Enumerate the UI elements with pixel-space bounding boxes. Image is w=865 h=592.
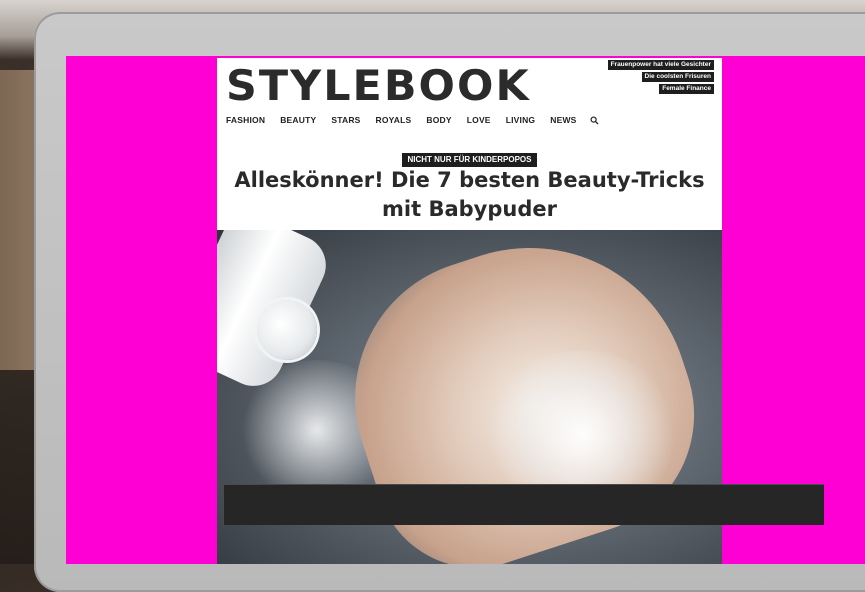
promo-link-frisuren[interactable]: Die coolsten Frisuren: [641, 72, 714, 82]
nav-item-living[interactable]: LIVING: [506, 115, 536, 125]
main-nav: FASHION BEAUTY STARS ROYALS BODY LOVE LI…: [226, 115, 599, 125]
nav-item-news[interactable]: NEWS: [550, 115, 576, 125]
bottle-cap: [257, 300, 317, 360]
search-icon[interactable]: [590, 115, 599, 125]
nav-item-beauty[interactable]: BEAUTY: [280, 115, 316, 125]
article-headline: Alleskönner! Die 7 besten Beauty-Tricks …: [225, 166, 714, 224]
headline-line-2: mit Babypuder: [382, 197, 557, 221]
article-kicker: NICHT NUR FÜR KINDERPOPOS: [402, 153, 537, 167]
nav-item-body[interactable]: BODY: [426, 115, 451, 125]
kicker-row: NICHT NUR FÜR KINDERPOPOS: [217, 147, 722, 167]
site-logo[interactable]: STYLEBOOK: [226, 62, 531, 110]
promo-link-frauenpower[interactable]: Frauenpower hat viele Gesichter: [607, 60, 714, 70]
nav-item-stars[interactable]: STARS: [331, 115, 360, 125]
promo-link-female-finance[interactable]: Female Finance: [659, 84, 714, 94]
dark-overlay-bar: [223, 484, 824, 525]
promo-links: Frauenpower hat viele Gesichter Die cool…: [607, 60, 714, 94]
headline-line-1: Alleskönner! Die 7 besten Beauty-Tricks: [234, 168, 705, 192]
nav-item-love[interactable]: LOVE: [467, 115, 491, 125]
nav-item-fashion[interactable]: FASHION: [226, 115, 265, 125]
nav-item-royals[interactable]: ROYALS: [376, 115, 412, 125]
